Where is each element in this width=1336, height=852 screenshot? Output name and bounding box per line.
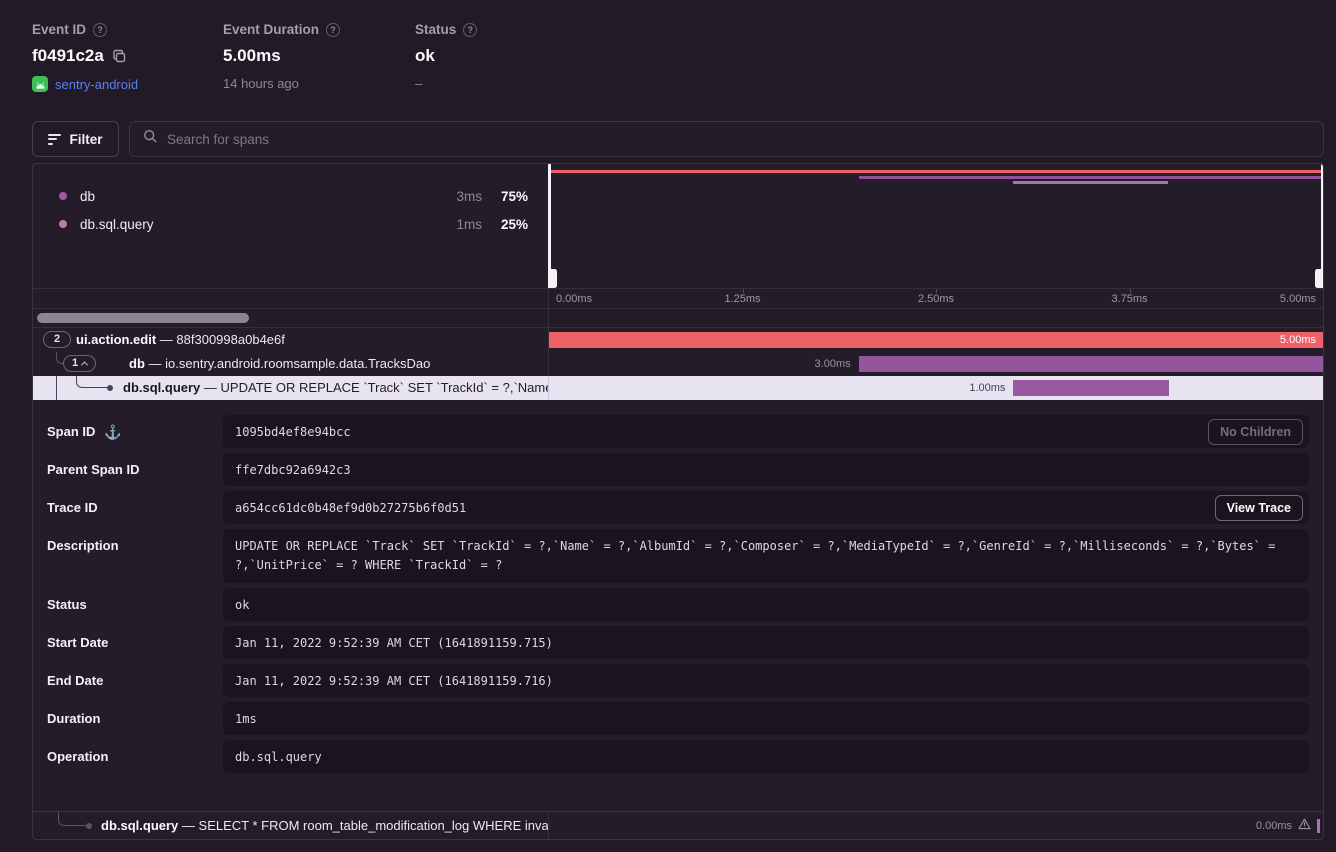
op-duration: 3ms (438, 189, 482, 204)
span-duration-label: 3.00ms (815, 352, 851, 376)
detail-row-description: Description UPDATE OR REPLACE `Track` SE… (47, 529, 1309, 583)
copy-icon[interactable] (112, 49, 127, 64)
detail-row-start-date: Start Date Jan 11, 2022 9:52:39 AM CET (… (47, 626, 1309, 659)
android-platform-icon (32, 76, 48, 92)
span-title: db.sql.query — SELECT * FROM room_table_… (101, 812, 549, 839)
axis-tick-label: 2.50ms (918, 293, 954, 305)
span-id-value: 1095bd4ef8e94bcc No Children (223, 415, 1309, 448)
op-name: db.sql.query (80, 217, 154, 232)
help-icon[interactable]: ? (463, 23, 477, 37)
op-percent: 25% (482, 217, 528, 232)
time-axis: 0.00ms 1.25ms 2.50ms 3.75ms 5.00ms (33, 288, 1323, 309)
trace-minimap[interactable] (549, 164, 1323, 288)
leaf-dot (107, 385, 113, 391)
span-title: ui.action.edit — 88f300998a0b4e6f (76, 328, 285, 352)
project-link[interactable]: sentry-android (55, 77, 138, 92)
scrollbar-thumb[interactable] (37, 313, 249, 323)
detail-row-trace-id: Trace ID a654cc61dc0b48ef9d0b27275b6f0d5… (47, 491, 1309, 524)
start-date-value: Jan 11, 2022 9:52:39 AM CET (1641891159.… (223, 626, 1309, 659)
op-percent: 75% (482, 189, 528, 204)
help-icon[interactable]: ? (326, 23, 340, 37)
legend-item-db-sql-query[interactable]: db.sql.query 1ms 25% (33, 210, 548, 238)
span-row-db[interactable]: 1 db — io.sentry.android.roomsample.data… (33, 352, 1323, 376)
detail-row-duration: Duration 1ms (47, 702, 1309, 735)
span-tree-panel: db 3ms 75% db.sql.query 1ms 25% (32, 163, 1324, 840)
minimap-right-handle[interactable] (1315, 164, 1324, 288)
op-color-dot (59, 220, 67, 228)
span-duration-label: 1.00ms (969, 376, 1005, 400)
span-duration-bar (859, 356, 1323, 372)
status-value: ok (415, 46, 435, 66)
view-trace-button[interactable]: View Trace (1215, 495, 1303, 521)
minimap-span-bar (549, 170, 1323, 173)
span-count-pill[interactable]: 1 (63, 355, 96, 372)
event-id-column: Event ID ? f0491c2a (32, 22, 223, 92)
end-date-value: Jan 11, 2022 9:52:39 AM CET (1641891159.… (223, 664, 1309, 697)
status-subtext: – (415, 76, 422, 91)
detail-row-operation: Operation db.sql.query (47, 740, 1309, 773)
span-details: Span ID⚓ 1095bd4ef8e94bcc No Children Pa… (33, 400, 1323, 811)
overview-section: db 3ms 75% db.sql.query 1ms 25% (33, 164, 1323, 288)
operation-value: db.sql.query (223, 740, 1309, 773)
anchor-icon[interactable]: ⚓ (104, 424, 121, 448)
span-duration-label: 5.00ms (1280, 334, 1316, 346)
collapse-chevron-icon (81, 361, 88, 368)
event-duration-column: Event Duration ? 5.00ms 14 hours ago (223, 22, 415, 92)
status-label: Status (415, 22, 456, 37)
event-id-label: Event ID (32, 22, 86, 37)
span-duration-label: 0.00ms (1256, 820, 1292, 832)
span-duration-bar (1013, 380, 1169, 396)
span-title: db — io.sentry.android.roomsample.data.T… (129, 352, 430, 376)
minimap-span-bar (1013, 181, 1168, 184)
search-icon (143, 129, 158, 149)
span-duration-bar: 5.00ms (549, 332, 1323, 348)
description-value: UPDATE OR REPLACE `Track` SET `TrackId` … (223, 529, 1309, 583)
spans-toolbar: Filter (32, 121, 1324, 157)
operations-legend: db 3ms 75% db.sql.query 1ms 25% (33, 164, 549, 288)
detail-row-status: Status ok (47, 588, 1309, 621)
event-header: Event ID ? f0491c2a (32, 22, 606, 92)
span-row-db-sql-query-selected[interactable]: db.sql.query — UPDATE OR REPLACE `Track`… (33, 376, 1323, 400)
span-row-select-query[interactable]: db.sql.query — SELECT * FROM room_table_… (33, 811, 1323, 839)
span-row-ui-action-edit[interactable]: 2 ui.action.edit — 88f300998a0b4e6f 5.00… (33, 328, 1323, 352)
span-search[interactable] (129, 121, 1324, 157)
minimap-left-handle[interactable] (548, 164, 557, 288)
event-age: 14 hours ago (223, 76, 299, 91)
no-children-button: No Children (1208, 419, 1303, 445)
span-title: db.sql.query — UPDATE OR REPLACE `Track`… (123, 376, 549, 400)
op-name: db (80, 189, 95, 204)
detail-row-end-date: End Date Jan 11, 2022 9:52:39 AM CET (16… (47, 664, 1309, 697)
zero-width-span-bar (1317, 819, 1320, 833)
detail-row-parent-span-id: Parent Span ID ffe7dbc92a6942c3 (47, 453, 1309, 486)
tree-scrollbar (33, 309, 1323, 328)
filter-icon (48, 134, 61, 145)
axis-tick-label: 5.00ms (1280, 293, 1316, 305)
leaf-dot (86, 823, 92, 829)
event-duration-label: Event Duration (223, 22, 319, 37)
op-color-dot (59, 192, 67, 200)
filter-button[interactable]: Filter (32, 121, 119, 157)
axis-tick-label: 3.75ms (1111, 293, 1147, 305)
span-detail-view: Event ID ? f0491c2a (0, 0, 1336, 852)
minimap-span-bar (859, 176, 1323, 179)
axis-tick-label: 0.00ms (556, 293, 592, 305)
event-id-value: f0491c2a (32, 46, 104, 66)
trace-id-value: a654cc61dc0b48ef9d0b27275b6f0d51 View Tr… (223, 491, 1309, 524)
search-input[interactable] (167, 132, 1323, 147)
legend-item-db[interactable]: db 3ms 75% (33, 182, 548, 210)
event-duration-value: 5.00ms (223, 46, 281, 66)
filter-button-label: Filter (69, 132, 102, 147)
warning-icon[interactable] (1298, 818, 1311, 833)
help-icon[interactable]: ? (93, 23, 107, 37)
duration-value: 1ms (223, 702, 1309, 735)
parent-span-id-value: ffe7dbc92a6942c3 (223, 453, 1309, 486)
span-count-pill[interactable]: 2 (43, 331, 71, 348)
detail-row-span-id: Span ID⚓ 1095bd4ef8e94bcc No Children (47, 415, 1309, 448)
axis-tick-label: 1.25ms (724, 293, 760, 305)
status-column: Status ? ok – (415, 22, 606, 92)
op-duration: 1ms (438, 217, 482, 232)
status-detail-value: ok (223, 588, 1309, 621)
